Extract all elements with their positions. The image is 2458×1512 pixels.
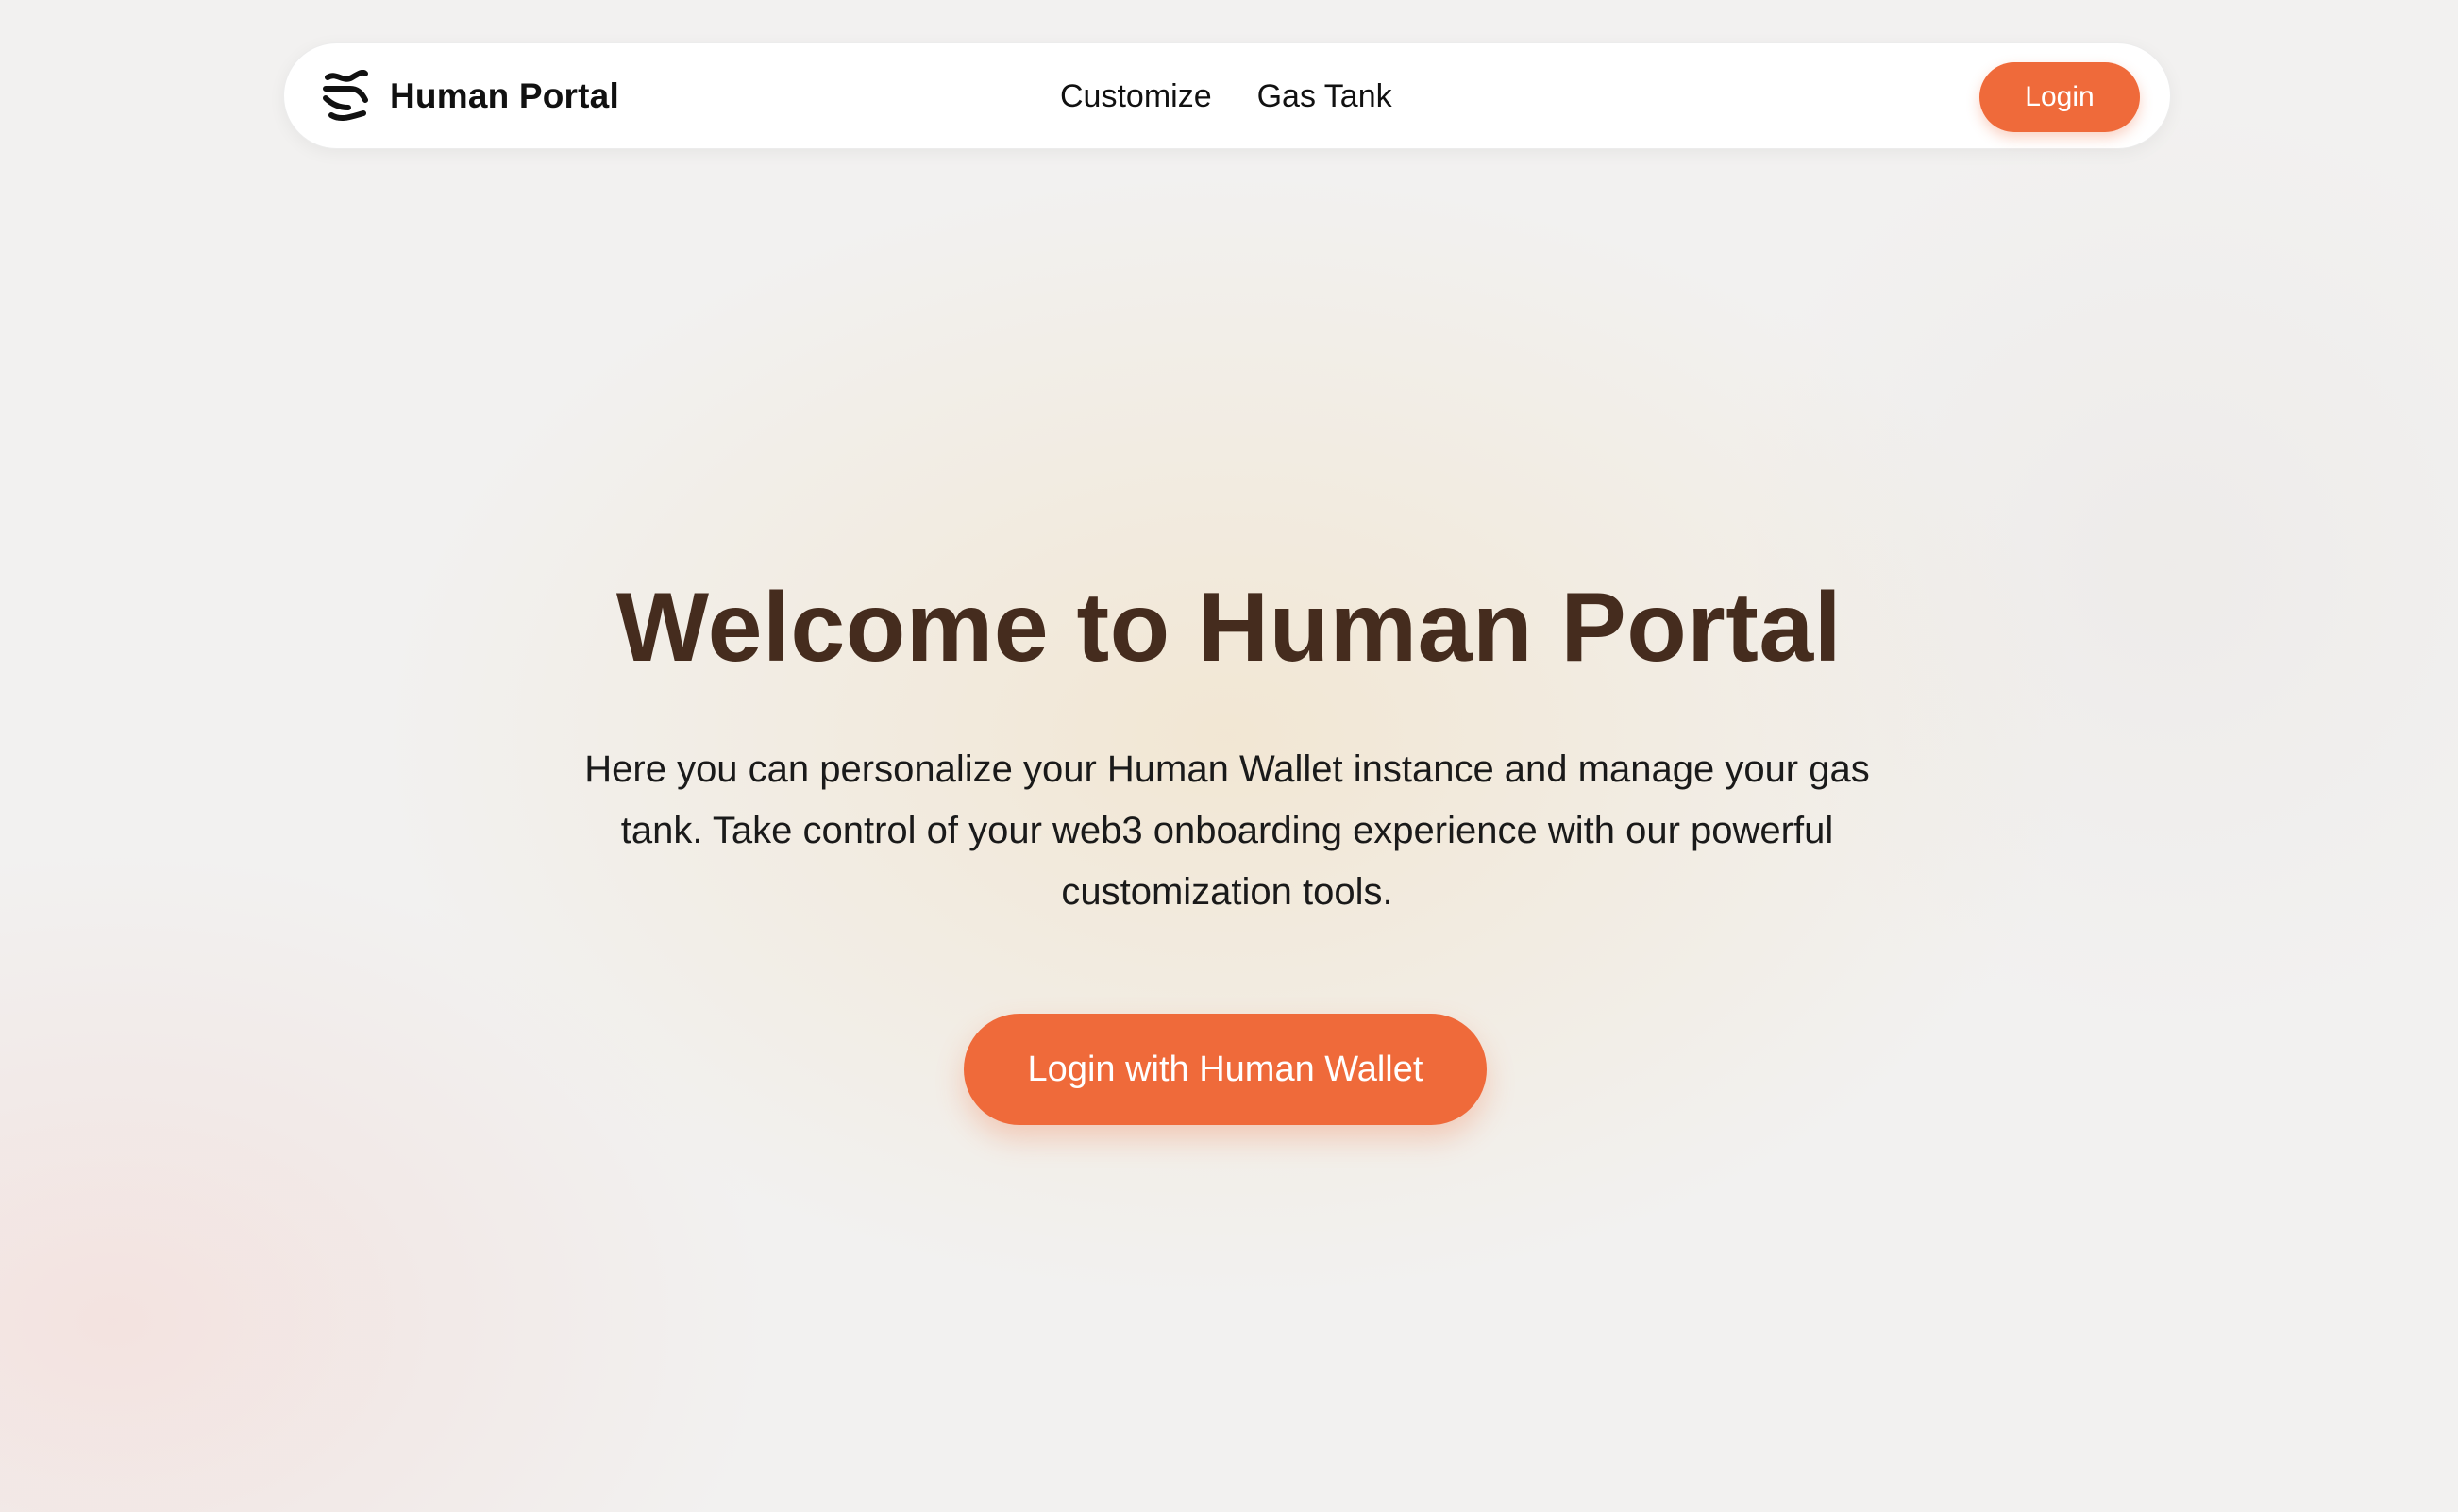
nav-link-gas-tank[interactable]: Gas Tank — [1257, 78, 1392, 115]
wave-logo-icon — [323, 70, 368, 122]
top-navbar: Human Portal Customize Gas Tank Login — [283, 42, 2171, 149]
nav-link-customize[interactable]: Customize — [1060, 78, 1212, 115]
hero-title: Welcome to Human Portal — [615, 573, 1843, 682]
main-nav: Customize Gas Tank — [1060, 43, 1392, 150]
brand[interactable]: Human Portal — [322, 70, 619, 123]
login-button[interactable]: Login — [1979, 62, 2140, 132]
login-with-human-wallet-button[interactable]: Login with Human Wallet — [964, 1014, 1487, 1125]
hero-description: Here you can personalize your Human Wall… — [584, 748, 1870, 913]
brand-name: Human Portal — [390, 76, 619, 115]
